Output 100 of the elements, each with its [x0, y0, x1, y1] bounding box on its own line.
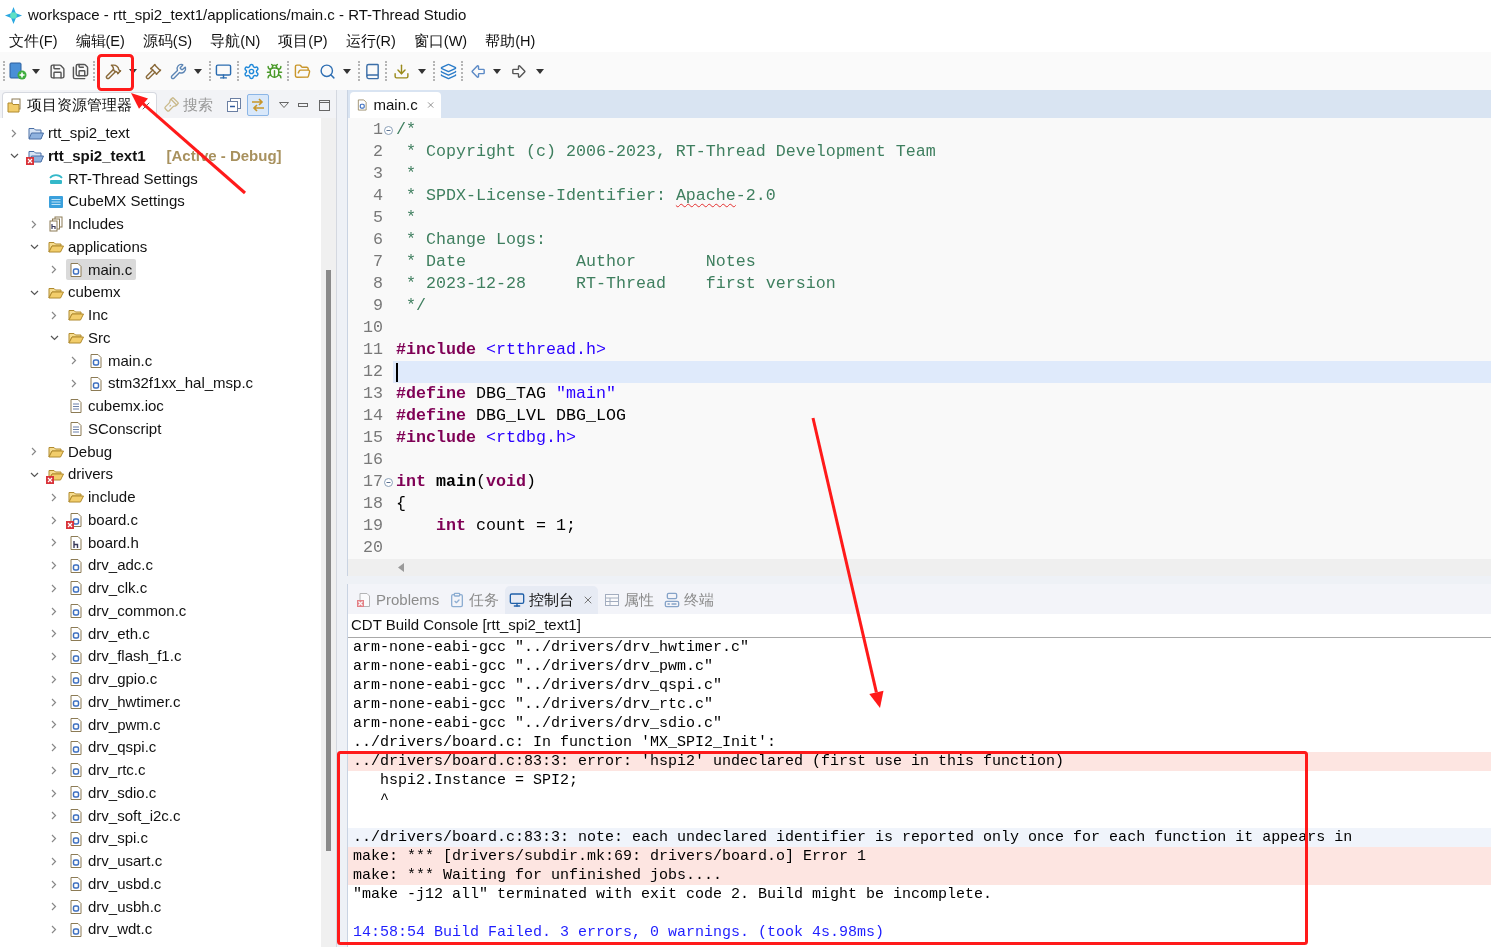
menu-item[interactable]: 窗口(W)	[413, 33, 468, 49]
menu-item[interactable]: 文件(F)	[9, 33, 58, 49]
toolbar-button[interactable]	[225, 95, 243, 115]
code-line: #include <rtdbg.h>	[396, 427, 576, 449]
tree-item[interactable]: RT-Thread Settings	[46, 168, 202, 190]
tree-item[interactable]: drv_usart.c	[66, 850, 167, 872]
scrollbar-thumb[interactable]	[326, 270, 331, 851]
menu-item[interactable]: 源码(S)	[142, 33, 193, 49]
link-editor-button[interactable]	[247, 94, 269, 116]
tree-item[interactable]: SConscript	[66, 418, 166, 440]
tree-item[interactable]: drv_qspi.c	[66, 737, 161, 759]
line-number: 7	[372, 251, 383, 273]
tree-item[interactable]: drv_usbh.c	[66, 896, 166, 918]
document-icon	[68, 398, 84, 415]
menu-item[interactable]: 项目(P)	[278, 33, 328, 49]
tree-item[interactable]: drv_wdt.c	[66, 919, 157, 941]
file-icon	[68, 534, 84, 551]
menu-item[interactable]: 编辑(E)	[75, 33, 125, 49]
tree-item[interactable]: drv_common.c	[66, 600, 191, 622]
chevron-right-icon[interactable]	[51, 674, 57, 684]
tree-item[interactable]: drv_hwtimer.c	[66, 691, 185, 713]
chevron-right-icon[interactable]	[11, 128, 17, 138]
chevron-right-icon[interactable]	[51, 856, 57, 866]
chevron-right-icon[interactable]	[71, 379, 77, 389]
panel-tab[interactable]: 控制台	[505, 586, 599, 614]
tree-item[interactable]: Debug	[46, 441, 117, 463]
tree-item[interactable]: cubemx	[46, 282, 125, 304]
chevron-right-icon[interactable]	[51, 743, 57, 753]
caret-icon	[536, 68, 544, 74]
tree-item[interactable]: drivers	[46, 464, 117, 486]
fold-icon[interactable]	[383, 477, 393, 487]
chevron-right-icon[interactable]	[51, 606, 57, 616]
tree-item[interactable]: Inc	[66, 304, 112, 326]
caret-icon	[32, 68, 40, 74]
chevron-right-icon[interactable]	[51, 561, 57, 571]
tree-item[interactable]: drv_spi.c	[66, 828, 153, 850]
tree-item[interactable]: drv_flash_f1.c	[66, 646, 186, 668]
panel-tab[interactable]: 项目资源管理器	[2, 92, 157, 118]
tree-item[interactable]: drv_pwm.c	[66, 714, 165, 736]
close-icon[interactable]	[425, 99, 435, 111]
view-menu-icon	[279, 102, 289, 108]
tree-item[interactable]: cubemx.ioc	[66, 395, 168, 417]
tree-item[interactable]: drv_sdio.c	[66, 782, 161, 804]
menu-item[interactable]: 运行(R)	[345, 33, 396, 49]
chevron-right-icon[interactable]	[51, 310, 57, 320]
line-number: 15	[362, 427, 383, 449]
chevron-right-icon[interactable]	[51, 583, 57, 593]
tree-item[interactable]: rtt_spi2_text	[26, 122, 134, 144]
chevron-right-icon[interactable]	[71, 356, 77, 366]
chevron-right-icon[interactable]	[51, 538, 57, 548]
tree-item[interactable]: drv_rtc.c	[66, 759, 150, 781]
chevron-right-icon[interactable]	[51, 811, 57, 821]
line-number: 13	[362, 383, 383, 405]
chevron-right-icon[interactable]	[51, 629, 57, 639]
chevron-right-icon[interactable]	[51, 652, 57, 662]
fold-icon[interactable]	[383, 125, 393, 135]
tree-item[interactable]: drv_adc.c	[66, 555, 158, 577]
chevron-right-icon[interactable]	[51, 697, 57, 707]
tree-item[interactable]: drv_eth.c	[66, 623, 154, 645]
chevron-right-icon[interactable]	[51, 265, 57, 275]
tree-item[interactable]: applications	[46, 236, 152, 258]
line-number: 2	[372, 141, 383, 163]
chevron-right-icon[interactable]	[51, 720, 57, 730]
tree-item[interactable]: main.c	[66, 259, 137, 281]
tree-item[interactable]: drv_usbd.c	[66, 873, 166, 895]
chevron-right-icon[interactable]	[31, 219, 37, 229]
folder-icon	[7, 97, 23, 114]
chevron-down-icon[interactable]	[29, 289, 39, 296]
chevron-down-icon[interactable]	[9, 153, 19, 160]
tree-item[interactable]: drv_soft_i2c.c	[66, 805, 185, 827]
tree-item[interactable]: include	[66, 486, 140, 508]
menu-item[interactable]: 导航(N)	[210, 33, 261, 49]
chevron-right-icon[interactable]	[51, 834, 57, 844]
code-line: *	[405, 207, 416, 229]
console-line: arm-none-eabi-gcc "../drivers/drv_pwm.c"	[353, 658, 714, 675]
chevron-down-icon[interactable]	[29, 471, 39, 478]
chevron-right-icon[interactable]	[51, 492, 57, 502]
chevron-right-icon[interactable]	[51, 765, 57, 775]
chevron-down-icon[interactable]	[29, 244, 39, 251]
chevron-down-icon[interactable]	[49, 335, 59, 342]
tree-item[interactable]: CubeMX Settings	[46, 191, 189, 213]
editor-tab[interactable]: main.c	[350, 92, 441, 118]
tree-item[interactable]: main.c	[86, 350, 157, 372]
bug-icon	[265, 62, 283, 80]
scroll-left-icon[interactable]	[398, 563, 404, 572]
tree-item[interactable]: board.h	[66, 532, 143, 554]
chevron-right-icon[interactable]	[51, 515, 57, 525]
tree-item[interactable]: drv_gpio.c	[66, 668, 162, 690]
tree-item[interactable]: stm32f1xx_hal_msp.c	[86, 373, 258, 395]
chevron-right-icon[interactable]	[31, 447, 37, 457]
console-line: make: *** Waiting for unfinished jobs....	[353, 867, 723, 884]
tree-item[interactable]: board.c	[66, 509, 143, 531]
chevron-right-icon[interactable]	[51, 788, 57, 798]
menu-item[interactable]: 帮助(H)	[485, 33, 536, 49]
tree-item[interactable]: Includes	[46, 213, 128, 235]
tree-item[interactable]: Src	[66, 327, 115, 349]
chevron-right-icon[interactable]	[51, 879, 57, 889]
chevron-right-icon[interactable]	[51, 902, 57, 912]
tree-item[interactable]: drv_clk.c	[66, 577, 152, 599]
chevron-right-icon[interactable]	[51, 925, 57, 935]
